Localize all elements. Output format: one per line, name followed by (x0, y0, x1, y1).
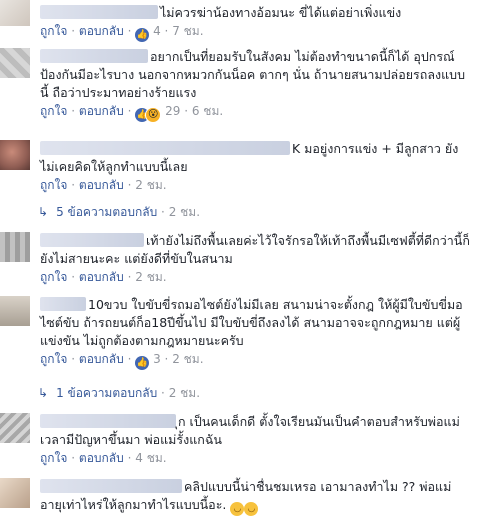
separator: · (71, 178, 76, 192)
timestamp[interactable]: 2 ชม. (135, 178, 166, 192)
comment-body: เท้ายังไม่ถึงพื้นเลยค่ะไว้ใจรักรอให้เท้า… (40, 232, 472, 286)
separator: · (161, 386, 165, 400)
comment-body: 10ขวบ ใบขับขี่รถมอไซต์ยังไม่มีเลย สนามน่… (40, 296, 472, 370)
comment-actions: ถูกใจ · ตอบกลับ · 2 ชม. (40, 268, 472, 286)
avatar[interactable] (0, 140, 30, 170)
timestamp[interactable]: 2 ชม. (172, 352, 203, 366)
comment-body: ไม่ควรฆ่าน้องทางอ้อมนะ ขี่ได้แต่อย่าเพิ่… (40, 4, 472, 42)
separator: · (164, 352, 169, 366)
separator: · (127, 104, 132, 118)
comment-actions: ถูกใจ · ตอบกลับ · 4 ชม. (40, 449, 472, 467)
commenter-name[interactable] (40, 414, 176, 428)
separator: · (71, 352, 76, 366)
view-replies-link[interactable]: ↳ 1 ข้อความตอบกลับ · 2 ชม. (38, 384, 200, 402)
view-replies-link[interactable]: ↳ 5 ข้อความตอบกลับ · 2 ชม. (38, 203, 200, 221)
timestamp: 2 ชม. (168, 386, 201, 400)
comment-text-content: 10ขวบ ใบขับขี่รถมอไซต์ยังไม่มีเลย สนามน่… (40, 297, 463, 348)
reaction-count[interactable]: 29 (165, 104, 180, 118)
like-reaction-icon[interactable]: 👍 (135, 28, 150, 42)
comment-body: อยากเป็นที่ยอมรับในสังคม ไม่ต้องทำขนาดนี… (40, 48, 472, 123)
comment-body: ุก เป็นคนเด็กดี ตั้งใจเรียนมันเป็นคำตอบส… (40, 413, 472, 467)
timestamp[interactable]: 2 ชม. (135, 270, 166, 284)
comment-text: อยากเป็นที่ยอมรับในสังคม ไม่ต้องทำขนาดนี… (40, 48, 472, 102)
comment-actions: ถูกใจ · ตอบกลับ · 👍 3 · 2 ชม. (40, 350, 472, 370)
separator: · (161, 205, 165, 219)
reply-link[interactable]: ตอบกลับ (79, 270, 124, 284)
avatar[interactable] (0, 48, 30, 78)
timestamp[interactable]: 4 ชม. (135, 451, 166, 465)
commenter-name[interactable] (40, 49, 148, 63)
replies-count[interactable]: 5 ข้อความตอบกลับ (56, 205, 157, 219)
comment-text-content: ไม่ควรฆ่าน้องทางอ้อมนะ ขี่ได้แต่อย่าเพิ่… (160, 5, 402, 20)
comment-thread: ไม่ควรฆ่าน้องทางอ้อมนะ ขี่ได้แต่อย่าเพิ่… (0, 0, 480, 522)
comment-actions: ถูกใจ · ตอบกลับ · 2 ชม. (40, 176, 472, 194)
replies-count[interactable]: 1 ข้อความตอบกลับ (56, 386, 157, 400)
commenter-name[interactable] (40, 297, 86, 311)
comment-text: คลิปแบบนี้น่าชื่นชมเหรอ เอามาลงทำไม ?? พ… (40, 478, 472, 516)
avatar[interactable] (0, 478, 30, 508)
separator: · (127, 352, 132, 366)
comment-text: K มอยู่งการแข่ง + มีลูกสาว ยังไม่เคยคิดใ… (40, 140, 472, 176)
separator: · (164, 24, 169, 38)
separator: · (127, 178, 132, 192)
reply-link[interactable]: ตอบกลับ (79, 178, 124, 192)
like-link[interactable]: ถูกใจ (40, 352, 67, 366)
separator: · (71, 451, 76, 465)
like-reaction-icon[interactable]: 👍 (135, 356, 150, 370)
separator: · (127, 24, 132, 38)
like-link[interactable]: ถูกใจ (40, 451, 67, 465)
like-link[interactable]: ถูกใจ (40, 104, 67, 118)
separator: · (71, 104, 76, 118)
comment-text: 10ขวบ ใบขับขี่รถมอไซต์ยังไม่มีเลย สนามน่… (40, 296, 472, 350)
commenter-name[interactable] (40, 5, 158, 19)
comment-body: คลิปแบบนี้น่าชื่นชมเหรอ เอามาลงทำไม ?? พ… (40, 478, 472, 516)
timestamp[interactable]: 6 ชม. (192, 104, 223, 118)
commenter-name[interactable] (40, 479, 182, 493)
avatar[interactable] (0, 296, 30, 326)
separator: · (127, 270, 132, 284)
reply-link[interactable]: ตอบกลับ (79, 352, 124, 366)
reply-arrow-icon: ↳ (38, 205, 49, 219)
comment-actions: ถูกใจ · ตอบกลับ · 👍 4 · 7 ชม. (40, 22, 472, 42)
commenter-name[interactable] (40, 141, 290, 155)
timestamp[interactable]: 7 ชม. (172, 24, 203, 38)
expressionless-face-icon: ◡ (230, 502, 245, 516)
separator: · (71, 24, 76, 38)
reply-arrow-icon: ↳ (38, 386, 49, 400)
like-link[interactable]: ถูกใจ (40, 178, 67, 192)
comment-body: K มอยู่งการแข่ง + มีลูกสาว ยังไม่เคยคิดใ… (40, 140, 472, 194)
comment-text: ไม่ควรฆ่าน้องทางอ้อมนะ ขี่ได้แต่อย่าเพิ่… (40, 4, 472, 22)
like-link[interactable]: ถูกใจ (40, 270, 67, 284)
comment-actions: ถูกใจ · ตอบกลับ · 👍😮 29 · 6 ชม. (40, 102, 472, 123)
reply-link[interactable]: ตอบกลับ (79, 104, 124, 118)
reply-link[interactable]: ตอบกลับ (79, 24, 124, 38)
separator: · (127, 451, 132, 465)
separator: · (184, 104, 189, 118)
avatar[interactable] (0, 0, 30, 26)
comment-text: เท้ายังไม่ถึงพื้นเลยค่ะไว้ใจรักรอให้เท้า… (40, 232, 472, 268)
avatar[interactable] (0, 232, 30, 262)
reaction-count[interactable]: 4 (153, 24, 161, 38)
wow-reaction-icon[interactable]: 😮 (145, 107, 162, 123)
comment-text: ุก เป็นคนเด็กดี ตั้งใจเรียนมันเป็นคำตอบส… (40, 413, 472, 449)
like-link[interactable]: ถูกใจ (40, 24, 67, 38)
timestamp: 2 ชม. (168, 205, 201, 219)
reaction-count[interactable]: 3 (153, 352, 161, 366)
separator: · (71, 270, 76, 284)
expressionless-face-icon: ◡ (244, 502, 259, 516)
commenter-name[interactable] (40, 233, 144, 247)
avatar[interactable] (0, 413, 30, 443)
reply-link[interactable]: ตอบกลับ (79, 451, 124, 465)
